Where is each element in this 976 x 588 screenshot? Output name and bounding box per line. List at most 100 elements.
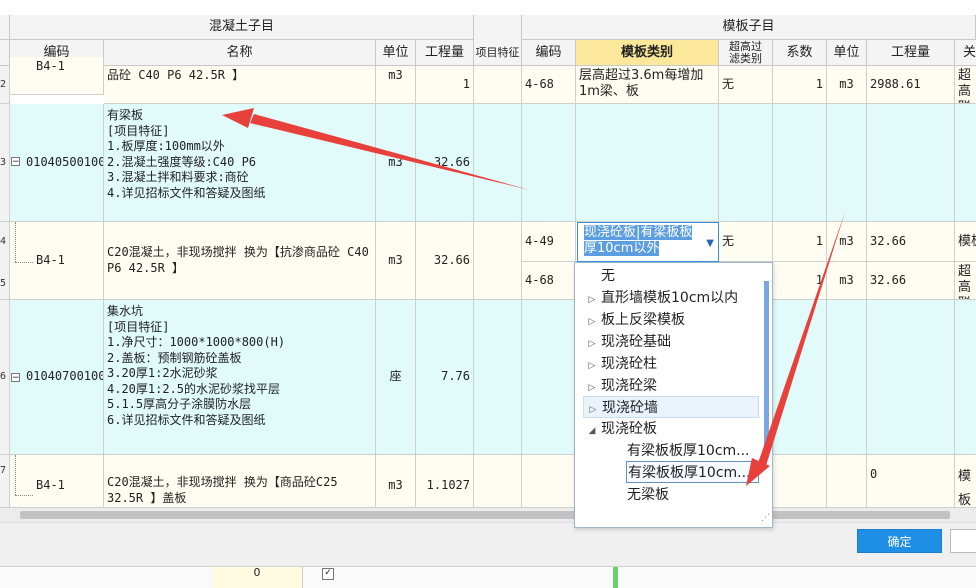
row-relation[interactable] bbox=[955, 104, 976, 222]
col-relation-header[interactable]: 关 bbox=[955, 40, 976, 66]
row-formwork-code[interactable]: 4-68 bbox=[522, 66, 576, 104]
row-coef[interactable] bbox=[773, 455, 827, 508]
table-row[interactable]: 7 B4-1 C20混凝土，非现场搅拌 换为【商品砼C25 32.5R 】盖板 … bbox=[0, 455, 976, 508]
row-name[interactable]: C20混凝土，非现场搅拌 换为【商品砼C25 32.5R 】盖板 bbox=[104, 455, 376, 508]
row-qty[interactable]: 7.76 bbox=[416, 300, 474, 455]
row-coef[interactable]: 1 bbox=[773, 66, 827, 104]
row-formwork-type[interactable]: 层高超过3.6m每增加1m梁、板 bbox=[576, 66, 719, 104]
table-row[interactable]: 4 B4-1 C20混凝土，非现场搅拌 换为【抗渗商品砼 C40 P6 42.5… bbox=[0, 222, 976, 300]
dropdown-subitem-selected[interactable]: 有梁板板厚10cm... bbox=[626, 461, 759, 483]
row-relation[interactable]: 模板 超 bbox=[955, 455, 976, 508]
horizontal-scrollbar[interactable] bbox=[0, 508, 976, 522]
row-formwork-qty[interactable]: 2988.61 bbox=[867, 66, 955, 104]
col-formwork-unit-header[interactable]: 单位 bbox=[827, 40, 867, 66]
dropdown-item[interactable]: ▷ 直形墙模板10cm以内 bbox=[583, 287, 739, 311]
dropdown-item[interactable]: 无 bbox=[583, 265, 615, 287]
collapse-toggle-icon[interactable]: − bbox=[11, 373, 20, 383]
collapse-arrow-icon[interactable]: ◢ bbox=[583, 420, 601, 442]
row-qty[interactable]: 1 bbox=[416, 66, 474, 104]
col-over-height-header[interactable]: 超高过滤类别 bbox=[719, 40, 773, 66]
row-code[interactable]: 010405001003 bbox=[10, 104, 104, 222]
row-feature[interactable] bbox=[474, 300, 522, 455]
row-formwork-code[interactable]: 4-68 bbox=[522, 262, 576, 300]
dropdown-subitem[interactable]: 有梁板板厚10cm... bbox=[627, 440, 750, 462]
checkbox-icon[interactable]: ✓ bbox=[322, 568, 334, 580]
row-qty[interactable]: 32.66 bbox=[416, 222, 474, 300]
dropdown-item[interactable]: ▷ 现浇砼柱 bbox=[583, 353, 657, 375]
row-unit[interactable]: m3 bbox=[376, 66, 416, 104]
row-coef[interactable]: 1 bbox=[773, 262, 827, 300]
table-row[interactable]: 6 010407001001 集水坑 [项目特征] 1.净尺寸：1000*100… bbox=[0, 300, 976, 455]
row-code[interactable]: B4-1 bbox=[10, 222, 104, 300]
row-coef[interactable]: 1 bbox=[773, 222, 827, 262]
row-relation[interactable]: 模板 bbox=[955, 222, 976, 262]
collapse-toggle-icon[interactable]: − bbox=[11, 157, 20, 167]
col-formwork-code-header[interactable]: 编码 bbox=[522, 40, 576, 66]
row-code[interactable]: 010407001001 bbox=[10, 300, 104, 455]
row-name[interactable]: 集水坑 [项目特征] 1.净尺寸：1000*1000*800(H) 2.盖板：预… bbox=[104, 300, 376, 455]
row-relation[interactable]: 超高联 bbox=[955, 66, 976, 104]
resize-grip-icon[interactable]: ⋰ bbox=[761, 513, 770, 523]
row-formwork-unit[interactable] bbox=[827, 300, 867, 455]
row-feature[interactable] bbox=[474, 222, 522, 300]
row-formwork-unit[interactable] bbox=[827, 455, 867, 508]
col-unit-header[interactable]: 单位 bbox=[376, 40, 416, 66]
row-formwork-qty[interactable] bbox=[867, 300, 955, 455]
expand-arrow-icon[interactable]: ▷ bbox=[583, 311, 601, 333]
dropdown-scrollbar[interactable] bbox=[764, 281, 769, 451]
dropdown-item-hovered[interactable]: ▷ 现浇砼墙 bbox=[583, 396, 759, 418]
row-formwork-unit[interactable] bbox=[827, 104, 867, 222]
row-unit[interactable]: m3 bbox=[376, 104, 416, 222]
row-relation[interactable]: 超高联 bbox=[955, 262, 976, 300]
row-coef[interactable] bbox=[773, 300, 827, 455]
row-unit[interactable]: m3 bbox=[376, 222, 416, 300]
row-name[interactable]: C20混凝土，非现场搅拌 换为【抗渗商品砼 C40 P6 42.5R 】 bbox=[104, 222, 376, 300]
confirm-button[interactable]: 确定 bbox=[857, 529, 942, 553]
expand-arrow-icon[interactable]: ▷ bbox=[583, 355, 601, 377]
col-feature-header[interactable]: 项目特征 bbox=[474, 15, 522, 66]
row-coef[interactable] bbox=[773, 104, 827, 222]
row-feature[interactable] bbox=[474, 455, 522, 508]
row-formwork-unit[interactable]: m3 bbox=[827, 262, 867, 300]
row-formwork-unit[interactable]: m3 bbox=[827, 66, 867, 104]
row-formwork-qty[interactable]: 32.66 bbox=[867, 222, 955, 262]
dropdown-item[interactable]: ▷ 现浇砼基础 bbox=[583, 331, 671, 353]
row-formwork-unit[interactable]: m3 bbox=[827, 222, 867, 262]
col-formwork-qty-header[interactable]: 工程量 bbox=[867, 40, 955, 66]
col-coef-header[interactable]: 系数 bbox=[773, 40, 827, 66]
row-formwork-type[interactable] bbox=[576, 104, 719, 222]
row-formwork-qty[interactable]: 32.66 bbox=[867, 262, 955, 300]
row-formwork-code[interactable] bbox=[522, 300, 576, 455]
row-formwork-code[interactable] bbox=[522, 104, 576, 222]
row-name[interactable]: 品砼 C40 P6 42.5R 】 bbox=[104, 66, 376, 104]
dropdown-item[interactable]: ▷ 现浇砼梁 bbox=[583, 375, 657, 397]
formwork-type-combobox[interactable]: 现浇砼板|有梁板板厚10cm以外 ▼ bbox=[577, 222, 719, 262]
table-row[interactable]: 3 010405001003 有梁板 [项目特征] 1.板厚度:100mm以外 … bbox=[0, 104, 976, 222]
row-code[interactable]: B4-1 bbox=[10, 455, 104, 508]
row-unit[interactable]: 座 bbox=[376, 300, 416, 455]
row-qty[interactable]: 1.1027 bbox=[416, 455, 474, 508]
expand-arrow-icon[interactable]: ▷ bbox=[583, 333, 601, 355]
col-qty-header[interactable]: 工程量 bbox=[416, 40, 474, 66]
row-code[interactable]: B4-1 bbox=[10, 57, 104, 95]
row-formwork-qty[interactable]: 0 bbox=[867, 455, 955, 508]
table-row[interactable]: 2 B4-1 品砼 C40 P6 42.5R 】 m3 1 4-68 层高超过3… bbox=[0, 57, 976, 104]
col-name-header[interactable]: 名称 bbox=[104, 40, 376, 66]
dropdown-item[interactable]: ◢ 现浇砼板 bbox=[583, 418, 657, 440]
row-unit[interactable]: m3 bbox=[376, 455, 416, 508]
row-feature[interactable] bbox=[474, 66, 522, 104]
row-relation[interactable] bbox=[955, 300, 976, 455]
formwork-type-dropdown[interactable]: 无 ▷ 直形墙模板10cm以内 ▷ 板上反梁模板 ▷ 现浇砼基础 ▷ 现浇砼柱 ▷ 现浇砼… bbox=[574, 262, 773, 528]
col-formwork-type-header[interactable]: 模板类别 bbox=[576, 40, 719, 66]
scrollbar-thumb[interactable] bbox=[20, 511, 950, 519]
row-over-height[interactable]: 无 bbox=[719, 66, 773, 104]
row-over-height[interactable]: 无 bbox=[719, 222, 773, 262]
expand-arrow-icon[interactable]: ▷ bbox=[583, 289, 601, 311]
dropdown-subitem[interactable]: 无梁板 bbox=[627, 484, 669, 506]
cancel-button[interactable] bbox=[950, 529, 976, 553]
row-formwork-code[interactable] bbox=[522, 455, 576, 508]
chevron-down-icon[interactable]: ▼ bbox=[706, 236, 714, 252]
row-feature[interactable] bbox=[474, 104, 522, 222]
row-over-height[interactable] bbox=[719, 104, 773, 222]
row-qty[interactable]: 32.66 bbox=[416, 104, 474, 222]
